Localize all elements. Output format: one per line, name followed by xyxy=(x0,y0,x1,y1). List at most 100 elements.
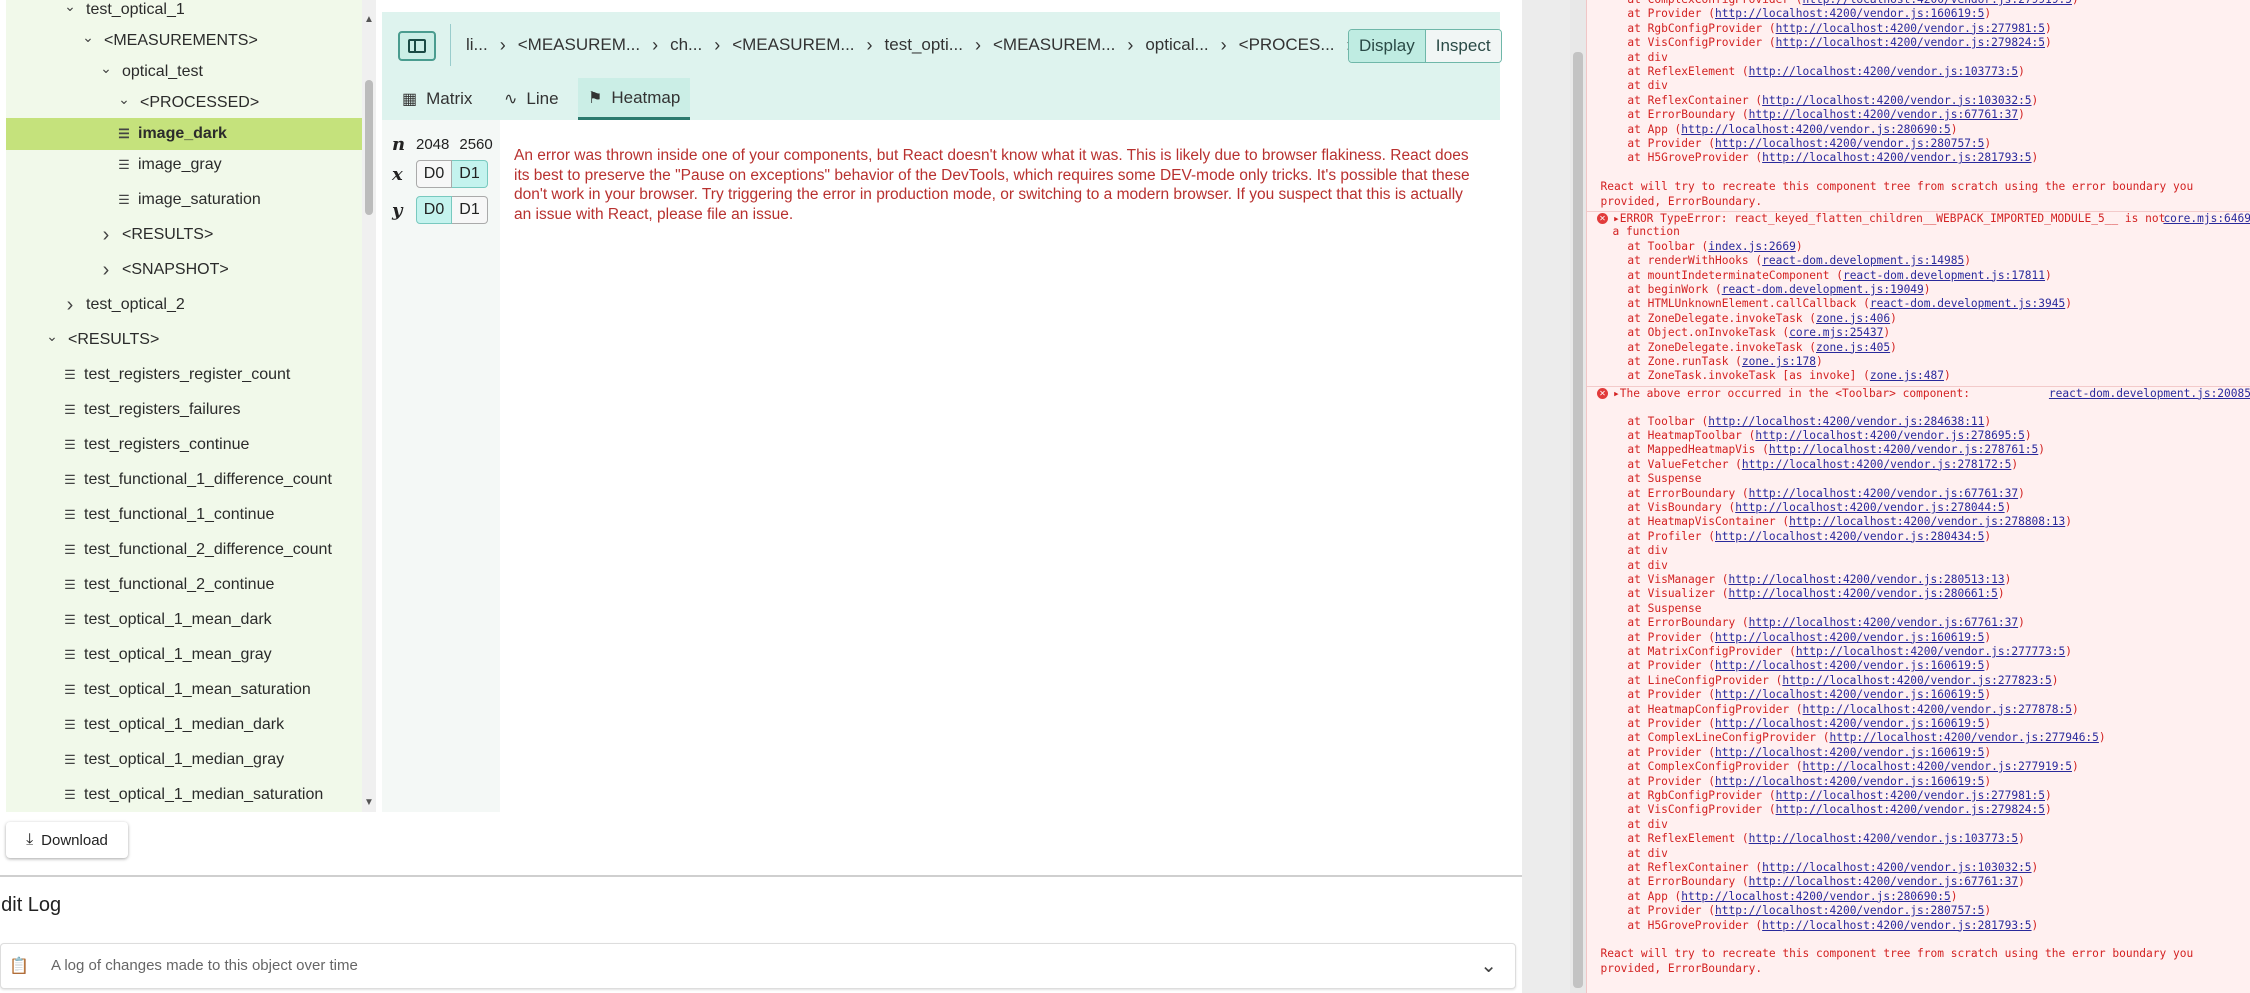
source-link[interactable]: http://localhost:4200/vendor.js:67761:37 xyxy=(1749,875,2018,888)
source-link[interactable]: index.js:2669 xyxy=(1708,240,1796,253)
source-link[interactable]: http://localhost:4200/vendor.js:160619:5 xyxy=(1715,688,1984,701)
source-link[interactable]: http://localhost:4200/vendor.js:277878:5 xyxy=(1803,703,2072,716)
source-link[interactable]: http://localhost:4200/vendor.js:103032:5 xyxy=(1762,94,2031,107)
tree-scrollbar[interactable]: ▲ ▼ xyxy=(362,0,376,812)
tree-group-item[interactable]: <SNAPSHOT> xyxy=(6,254,362,286)
source-link[interactable]: http://localhost:4200/vendor.js:277773:5 xyxy=(1796,645,2065,658)
source-link[interactable]: http://localhost:4200/vendor.js:280690:5 xyxy=(1681,123,1950,136)
tree-dataset-item[interactable]: ☰ test_functional_2_continue xyxy=(6,569,362,601)
source-link[interactable]: http://localhost:4200/vendor.js:281793:5 xyxy=(1762,151,2031,164)
source-link[interactable]: http://localhost:4200/vendor.js:67761:37 xyxy=(1749,616,2018,629)
tree-dataset-item[interactable]: ☰ test_registers_register_count xyxy=(6,359,362,391)
tree-group-item[interactable]: test_optical_1 xyxy=(6,0,362,26)
y-d1-button[interactable]: D1 xyxy=(452,196,488,224)
source-link[interactable]: http://localhost:4200/vendor.js:279919:5 xyxy=(1803,0,2072,6)
tree-scrollbar-thumb[interactable] xyxy=(365,80,373,215)
source-link[interactable]: http://localhost:4200/vendor.js:280434:5 xyxy=(1715,530,1984,543)
scroll-up-arrow-icon[interactable]: ▲ xyxy=(364,14,374,25)
source-link[interactable]: http://localhost:4200/vendor.js:67761:37 xyxy=(1749,108,2018,121)
source-link[interactable]: http://localhost:4200/vendor.js:281793:5 xyxy=(1762,919,2031,932)
tree-group-item[interactable]: <PROCESSED> xyxy=(6,87,362,119)
breadcrumb-item[interactable]: test_opti... xyxy=(885,35,963,55)
y-d0-button[interactable]: D0 xyxy=(416,196,452,224)
breadcrumb-item[interactable]: <MEASUREM... xyxy=(993,35,1115,55)
tree-dataset-item[interactable]: ☰ test_optical_1_mean_gray xyxy=(6,639,362,671)
source-link[interactable]: http://localhost:4200/vendor.js:280757:5 xyxy=(1715,904,1984,917)
tree-group-item[interactable]: optical_test xyxy=(6,56,362,88)
source-link[interactable]: zone.js:406 xyxy=(1816,312,1890,325)
source-link[interactable]: react-dom.development.js:14985 xyxy=(1762,254,1964,267)
source-link[interactable]: react-dom.development.js:17811 xyxy=(1843,269,2045,282)
tree-dataset-item[interactable]: ☰ test_optical_1_median_dark xyxy=(6,709,362,741)
devtools-scrollbar-thumb[interactable] xyxy=(1573,52,1583,988)
source-link[interactable]: http://localhost:4200/vendor.js:160619:5 xyxy=(1715,659,1984,672)
source-link[interactable]: http://localhost:4200/vendor.js:278044:5 xyxy=(1735,501,2004,514)
tree-dataset-item[interactable]: ☰ test_functional_2_difference_count xyxy=(6,534,362,566)
error-source-link[interactable]: core.mjs:6469 xyxy=(2163,212,2250,226)
breadcrumb-item[interactable]: optical... xyxy=(1145,35,1208,55)
tree-dataset-item[interactable]: ☰ test_registers_failures xyxy=(6,394,362,426)
tree-group-item[interactable]: <RESULTS> xyxy=(6,219,362,251)
tab-line[interactable]: ∿ Line xyxy=(494,78,574,120)
tab-heatmap[interactable]: ⚑ Heatmap xyxy=(578,78,690,120)
breadcrumb-item[interactable]: li... xyxy=(466,35,488,55)
error-source-link[interactable]: react-dom.development.js:20085 xyxy=(2049,387,2250,401)
x-d0-button[interactable]: D0 xyxy=(416,160,452,188)
source-link[interactable]: http://localhost:4200/vendor.js:280757:5 xyxy=(1715,137,1984,150)
source-link[interactable]: http://localhost:4200/vendor.js:277981:5 xyxy=(1776,789,2045,802)
source-link[interactable]: http://localhost:4200/vendor.js:160619:5 xyxy=(1715,631,1984,644)
tree-dataset-item[interactable]: ☰ test_optical_1_median_saturation xyxy=(6,779,362,811)
source-link[interactable]: http://localhost:4200/vendor.js:67761:37 xyxy=(1749,487,2018,500)
tree-dataset-item[interactable]: ☰ image_saturation xyxy=(6,184,362,216)
source-link[interactable]: react-dom.development.js:19049 xyxy=(1722,283,1924,296)
source-link[interactable]: http://localhost:4200/vendor.js:103032:5 xyxy=(1762,861,2031,874)
source-link[interactable]: http://localhost:4200/vendor.js:280690:5 xyxy=(1681,890,1950,903)
tree-dataset-item[interactable]: ☰ test_optical_1_mean_dark xyxy=(6,604,362,636)
tree-dataset-item[interactable]: ☰ test_functional_1_difference_count xyxy=(6,464,362,496)
tree-dataset-item[interactable]: ☰ image_gray xyxy=(6,149,362,181)
source-link[interactable]: zone.js:405 xyxy=(1816,341,1890,354)
source-link[interactable]: http://localhost:4200/vendor.js:277823:5 xyxy=(1782,674,2051,687)
source-link[interactable]: react-dom.development.js:3945 xyxy=(1870,297,2065,310)
tab-matrix[interactable]: ▦ Matrix xyxy=(392,78,484,120)
source-link[interactable]: http://localhost:4200/vendor.js:103773:5 xyxy=(1749,65,2018,78)
source-link[interactable]: zone.js:178 xyxy=(1742,355,1816,368)
source-link[interactable]: http://localhost:4200/vendor.js:160619:5 xyxy=(1715,717,1984,730)
source-link[interactable]: http://localhost:4200/vendor.js:280513:1… xyxy=(1728,573,2004,586)
source-link[interactable]: http://localhost:4200/vendor.js:160619:5 xyxy=(1715,746,1984,759)
tree-dataset-item[interactable]: ☰ test_optical_1_mean_saturation xyxy=(6,674,362,706)
source-link[interactable]: http://localhost:4200/vendor.js:279824:5 xyxy=(1776,803,2045,816)
source-link[interactable]: http://localhost:4200/vendor.js:160619:5 xyxy=(1715,775,1984,788)
breadcrumb-item[interactable]: <MEASUREM... xyxy=(518,35,640,55)
source-link[interactable]: http://localhost:4200/vendor.js:278808:1… xyxy=(1789,515,2065,528)
chevron-down-icon[interactable]: ⌄ xyxy=(1480,953,1497,978)
source-link[interactable]: http://localhost:4200/vendor.js:160619:5 xyxy=(1715,7,1984,20)
source-link[interactable]: http://localhost:4200/vendor.js:277981:5 xyxy=(1776,22,2045,35)
breadcrumb-item[interactable]: <PROCES... xyxy=(1239,35,1335,55)
tree-dataset-item[interactable]: ☰ test_registers_continue xyxy=(6,429,362,461)
breadcrumb-item[interactable]: <MEASUREM... xyxy=(732,35,854,55)
source-link[interactable]: http://localhost:4200/vendor.js:277919:5 xyxy=(1803,760,2072,773)
tree-group-item[interactable]: <MEASUREMENTS> xyxy=(6,25,362,57)
inspect-button[interactable]: Inspect xyxy=(1425,30,1501,62)
source-link[interactable]: core.mjs:25437 xyxy=(1789,326,1883,339)
source-link[interactable]: http://localhost:4200/vendor.js:278172:5 xyxy=(1742,458,2011,471)
tree-dataset-item[interactable]: ☰ image_dark xyxy=(6,118,362,150)
source-link[interactable]: http://localhost:4200/vendor.js:284638:1… xyxy=(1708,415,1984,428)
audit-log-panel[interactable]: 📋 A log of changes made to this object o… xyxy=(0,943,1516,989)
x-d1-button[interactable]: D1 xyxy=(452,160,488,188)
source-link[interactable]: zone.js:487 xyxy=(1870,369,1944,382)
sidebar-toggle-button[interactable] xyxy=(398,31,436,61)
source-link[interactable]: http://localhost:4200/vendor.js:278761:5 xyxy=(1769,443,2038,456)
download-button[interactable]: ⤓ Download xyxy=(6,822,128,858)
breadcrumb-item[interactable]: ch... xyxy=(670,35,702,55)
console-error-header[interactable]: ✕ ▸ERROR TypeError: react_keyed_flatten_c… xyxy=(1587,211,2250,225)
devtools-scrollbar[interactable] xyxy=(1570,0,1586,993)
tree-group-item[interactable]: test_optical_2 xyxy=(6,289,362,321)
tree-group-item[interactable]: <RESULTS> xyxy=(6,324,362,356)
source-link[interactable]: http://localhost:4200/vendor.js:103773:5 xyxy=(1749,832,2018,845)
source-link[interactable]: http://localhost:4200/vendor.js:277946:5 xyxy=(1829,731,2098,744)
display-button[interactable]: Display xyxy=(1349,30,1426,62)
tree-dataset-item[interactable]: ☰ test_functional_1_continue xyxy=(6,499,362,531)
source-link[interactable]: http://localhost:4200/vendor.js:280661:5 xyxy=(1728,587,1997,600)
